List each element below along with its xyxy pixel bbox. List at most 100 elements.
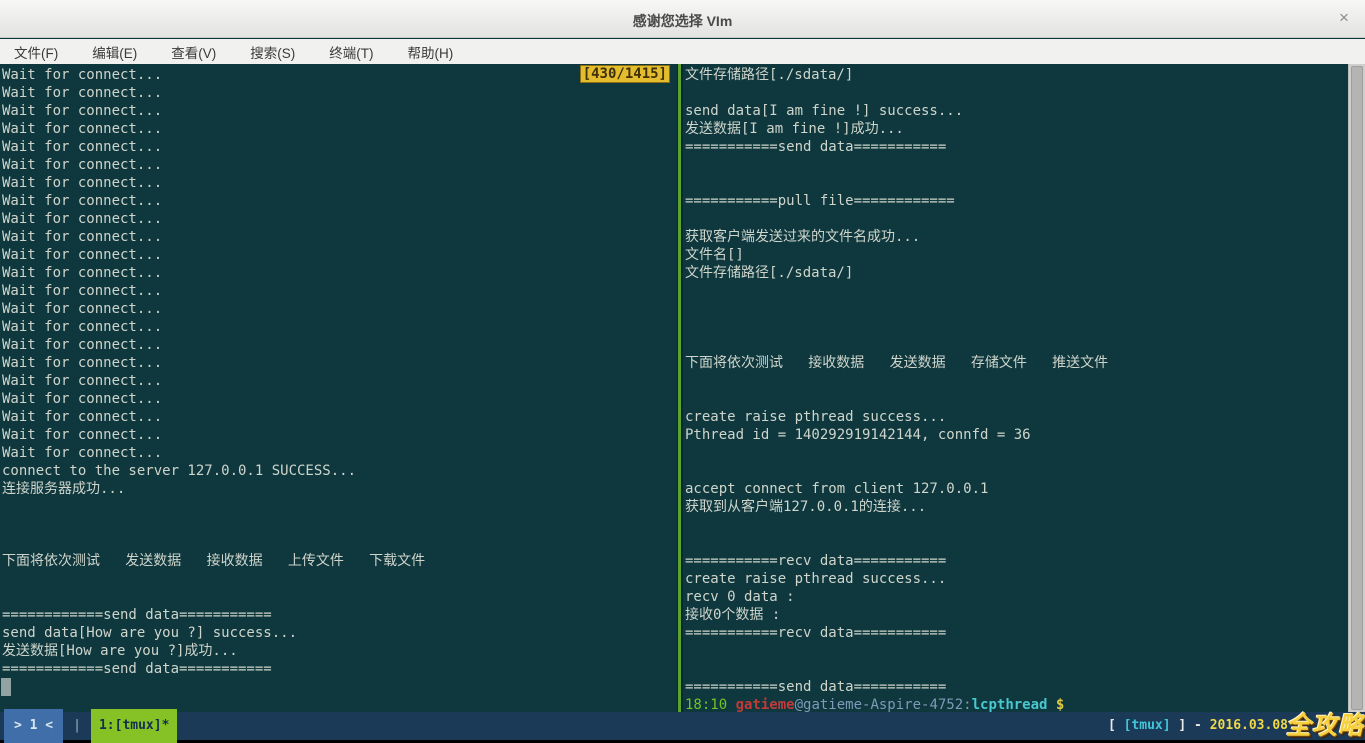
- status-bracket-open: [: [1108, 718, 1124, 733]
- prompt-segment: $: [1047, 697, 1064, 712]
- window-titlebar[interactable]: 感谢您选择 VIm ×: [0, 0, 1365, 38]
- terminal-line: [2, 678, 677, 696]
- copy-mode-position-badge: [430/1415]: [580, 65, 670, 83]
- left-terminal-pane[interactable]: Wait for connect...Wait for connect...Wa…: [0, 64, 677, 712]
- terminal-line: Wait for connect...: [2, 444, 677, 462]
- terminal-line: accept connect from client 127.0.0.1: [685, 480, 1348, 498]
- terminal-cursor: [1, 678, 11, 696]
- terminal-line: 获取到从客户端127.0.0.1的连接...: [685, 498, 1348, 516]
- right-terminal-pane[interactable]: 文件存储路径[./sdata/] send data[I am fine !] …: [683, 64, 1348, 712]
- status-bracket-close: ] -: [1171, 718, 1210, 733]
- terminal-line: create raise pthread success...: [685, 570, 1348, 588]
- terminal-line: ===========pull file============: [685, 192, 1348, 210]
- terminal-line: [685, 156, 1348, 174]
- status-left: > 1 < | 1:[tmux]*: [4, 712, 177, 740]
- prompt-segment: lcpthread: [972, 697, 1048, 712]
- terminal-line: [685, 282, 1348, 300]
- status-separator: |: [73, 712, 81, 740]
- close-icon[interactable]: ×: [1335, 9, 1353, 27]
- terminal-line: Wait for connect...: [2, 66, 677, 84]
- terminal-line: Wait for connect...: [2, 336, 677, 354]
- terminal-line: Wait for connect...: [2, 390, 677, 408]
- left-pane-lines: Wait for connect...Wait for connect...Wa…: [0, 64, 677, 696]
- terminal-line: 下面将依次测试 接收数据 发送数据 存储文件 推送文件: [685, 354, 1348, 372]
- terminal-line: [2, 534, 677, 552]
- terminal-line: create raise pthread success...: [685, 408, 1348, 426]
- terminal-line: 获取客户端发送过来的文件名成功...: [685, 228, 1348, 246]
- terminal-line: Wait for connect...: [2, 138, 677, 156]
- terminal-line: Wait for connect...: [2, 174, 677, 192]
- terminal-line: Pthread id = 140292919142144, connfd = 3…: [685, 426, 1348, 444]
- menu-item-5[interactable]: 帮助(H): [398, 39, 464, 65]
- terminal-line: [685, 300, 1348, 318]
- terminal-line: connect to the server 127.0.0.1 SUCCESS.…: [2, 462, 677, 480]
- terminal-line: [2, 498, 677, 516]
- terminal-line: Wait for connect...: [2, 318, 677, 336]
- terminal-line: Wait for connect...: [2, 372, 677, 390]
- terminal-line: Wait for connect...: [2, 264, 677, 282]
- terminal-line: [685, 174, 1348, 192]
- terminal-line: Wait for connect...: [2, 354, 677, 372]
- terminal-window: 感谢您选择 VIm × 文件(F) 编辑(E) 查看(V) 搜索(S) 终端(T) 帮助(…: [0, 0, 1365, 740]
- terminal-line: [2, 588, 677, 606]
- terminal-line: [2, 516, 677, 534]
- tmux-window-tab[interactable]: 1:[tmux]*: [91, 709, 177, 743]
- terminal-line: Wait for connect...: [2, 426, 677, 444]
- tmux-session-name: [tmux]: [1124, 718, 1171, 733]
- terminal-line: ===========send data===========: [685, 138, 1348, 156]
- terminal-line: send data[I am fine !] success...: [685, 102, 1348, 120]
- menu-item-0[interactable]: 文件(F): [4, 39, 68, 65]
- menu-item-2[interactable]: 查看(V): [161, 39, 226, 65]
- prompt-segment: @gatieme-Aspire-4752:: [795, 697, 972, 712]
- menu-bar: 文件(F) 编辑(E) 查看(V) 搜索(S) 终端(T) 帮助(H): [0, 39, 1365, 64]
- terminal-line: [685, 210, 1348, 228]
- terminal-line: recv 0 data :: [685, 588, 1348, 606]
- prompt-segment: gatieme: [736, 697, 795, 712]
- terminal-line: [685, 642, 1348, 660]
- terminal-line: [685, 318, 1348, 336]
- terminal-line: Wait for connect...: [2, 282, 677, 300]
- terminal-line: ===========recv data===========: [685, 552, 1348, 570]
- tmux-pane-indicator[interactable]: > 1 <: [4, 709, 63, 743]
- scrollbar-thumb[interactable]: [1351, 66, 1363, 710]
- terminal-line: [685, 336, 1348, 354]
- watermark-logo: 全攻略: [1286, 712, 1364, 740]
- terminal-line: Wait for connect...: [2, 300, 677, 318]
- terminal-line: Wait for connect...: [2, 228, 677, 246]
- terminal-line: ============send data===========: [2, 606, 677, 624]
- terminal-line: [685, 390, 1348, 408]
- menu-item-1[interactable]: 编辑(E): [82, 39, 147, 65]
- terminal-line: Wait for connect...: [2, 192, 677, 210]
- terminal-line: Wait for connect...: [2, 210, 677, 228]
- terminal-area: Wait for connect...Wait for connect...Wa…: [0, 64, 1365, 712]
- terminal-line: 发送数据[How are you ?]成功...: [2, 642, 677, 660]
- terminal-line: [2, 570, 677, 588]
- terminal-line: [685, 534, 1348, 552]
- status-date: 2016.03.08: [1210, 718, 1288, 733]
- terminal-line: Wait for connect...: [2, 408, 677, 426]
- terminal-line: Wait for connect...: [2, 102, 677, 120]
- terminal-line: Wait for connect...: [2, 84, 677, 102]
- terminal-line: Wait for connect...: [2, 156, 677, 174]
- terminal-line: [685, 660, 1348, 678]
- terminal-line: send data[How are you ?] success...: [2, 624, 677, 642]
- menu-item-4[interactable]: 终端(T): [319, 39, 383, 65]
- terminal-line: [685, 444, 1348, 462]
- right-pane-lines: 文件存储路径[./sdata/] send data[I am fine !] …: [683, 64, 1348, 712]
- terminal-line: 文件名[]: [685, 246, 1348, 264]
- terminal-line: 文件存储路径[./sdata/]: [685, 264, 1348, 282]
- terminal-line: 连接服务器成功...: [2, 480, 677, 498]
- status-right: [ [tmux] ] - 2016.03.08: [1108, 712, 1288, 740]
- terminal-line: 文件存储路径[./sdata/]: [685, 66, 1348, 84]
- terminal-line: [685, 84, 1348, 102]
- terminal-line: ===========recv data===========: [685, 624, 1348, 642]
- terminal-line: 18:10 gatieme@gatieme-Aspire-4752:lcpthr…: [685, 696, 1348, 712]
- window-title: 感谢您选择 VIm: [0, 11, 1365, 31]
- tmux-status-bar: > 1 < | 1:[tmux]* [ [tmux] ] - 2016.03.0…: [0, 712, 1365, 740]
- terminal-line: [685, 516, 1348, 534]
- scrollbar[interactable]: [1348, 64, 1365, 712]
- terminal-line: Wait for connect...: [2, 120, 677, 138]
- prompt-segment: 18:10: [685, 697, 736, 712]
- menu-item-3[interactable]: 搜索(S): [240, 39, 305, 65]
- terminal-line: ============send data===========: [2, 660, 677, 678]
